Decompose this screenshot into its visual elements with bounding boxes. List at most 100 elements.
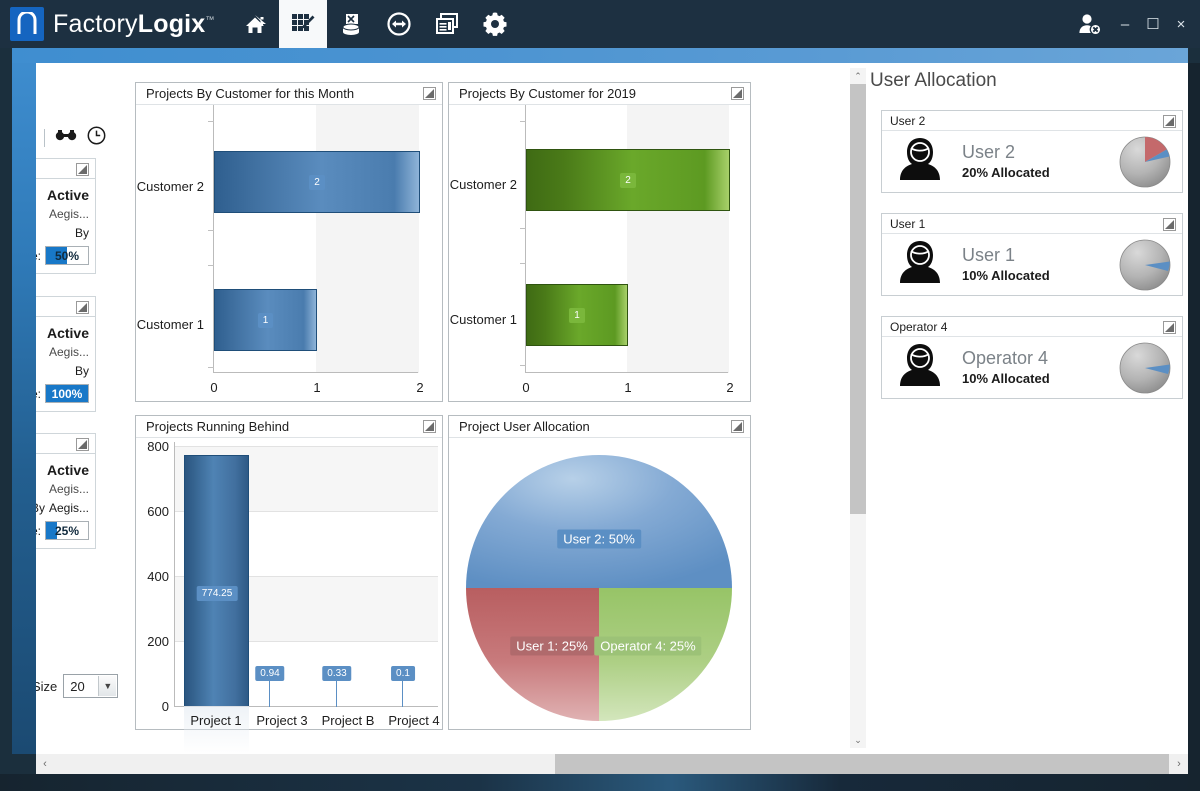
nav-reports-windows-icon[interactable] bbox=[423, 0, 471, 48]
bar-customer-2[interactable]: 2 bbox=[214, 151, 420, 213]
sidebar-card-header bbox=[36, 159, 95, 179]
n-logo-icon bbox=[10, 7, 44, 41]
chart-bar-horizontal-month: Customer 2 2 Customer 1 1 0 1 2 bbox=[136, 105, 442, 401]
x-tick-label: Project 4 bbox=[388, 713, 439, 728]
pie-label-operator-4: Operator 4: 25% bbox=[594, 637, 701, 656]
x-tick-label: 1 bbox=[297, 380, 337, 395]
sidebar-card-pct-label: e: bbox=[36, 387, 41, 401]
expand-icon[interactable] bbox=[731, 420, 745, 434]
bar-customer-2[interactable]: 2 bbox=[526, 149, 730, 211]
panel-projects-running-behind: Projects Running Behind bbox=[135, 415, 443, 730]
user-allocation-scrollbar[interactable]: ⌃ ⌄ bbox=[850, 68, 866, 748]
maximize-button[interactable]: ☐ bbox=[1140, 0, 1166, 48]
expand-icon[interactable] bbox=[423, 420, 437, 434]
nav-data-import-icon[interactable] bbox=[327, 0, 375, 48]
card-header-title: User 1 bbox=[890, 217, 925, 231]
expand-icon[interactable] bbox=[423, 87, 437, 101]
brand-prefix: Factory bbox=[53, 10, 138, 38]
y-tick bbox=[520, 121, 526, 122]
panel-projects-by-customer-2019: Projects By Customer for 2019 Customer 2 bbox=[448, 82, 751, 402]
panel-body: Customer 2 2 Customer 1 1 0 1 2 bbox=[136, 105, 442, 401]
minimize-button[interactable]: – bbox=[1112, 0, 1138, 48]
expand-icon[interactable] bbox=[76, 163, 90, 177]
y-tick bbox=[208, 230, 214, 231]
gridline bbox=[174, 446, 438, 447]
sidebar-card-sub: Aegis... bbox=[36, 480, 89, 499]
sidebar-card[interactable]: Active Aegis... By e: 50% bbox=[36, 158, 96, 274]
user-allocation-value: 10% Allocated bbox=[962, 266, 1108, 286]
card-info: Operator 4 10% Allocated bbox=[958, 347, 1108, 389]
expand-icon[interactable] bbox=[1163, 218, 1177, 232]
sidebar-card-pct-label: e: bbox=[36, 249, 41, 263]
progress-text: 50% bbox=[46, 247, 88, 264]
bottom-chrome bbox=[0, 774, 1200, 791]
panel-body: User 2: 50% User 1: 25% Operator 4: 25% bbox=[449, 438, 750, 729]
category-label: Customer 2 bbox=[449, 177, 517, 192]
panel-header: Project User Allocation bbox=[449, 416, 750, 438]
scrollbar-thumb[interactable] bbox=[850, 84, 866, 514]
user-allocation-card-user-2[interactable]: User 2 User 2 20% Allocated bbox=[881, 110, 1183, 193]
card-body: Operator 4 10% Allocated bbox=[882, 338, 1182, 398]
chart-bar-vertical-running-behind: 800 600 400 200 0 774.25 0.94 0.33 0.1 bbox=[136, 438, 442, 729]
sidebar-card-status: Active bbox=[36, 185, 89, 205]
card-header-title: Operator 4 bbox=[890, 320, 947, 334]
sidebar-card-by-label: By bbox=[36, 499, 45, 518]
scroll-down-icon[interactable]: ⌄ bbox=[850, 732, 866, 748]
sidebar-card-body: Active Aegis... By e: 50% bbox=[36, 179, 95, 273]
expand-icon[interactable] bbox=[76, 438, 90, 452]
x-tick-label: 2 bbox=[400, 380, 440, 395]
y-tick-label: 0 bbox=[136, 699, 169, 714]
expand-icon[interactable] bbox=[1163, 321, 1177, 335]
nav-grid-edit-icon[interactable] bbox=[279, 0, 327, 48]
binoculars-icon[interactable] bbox=[55, 127, 77, 148]
user-name: User 1 bbox=[962, 244, 1108, 266]
nav-home-icon[interactable] bbox=[231, 0, 279, 48]
category-label: Customer 2 bbox=[136, 179, 204, 194]
chart-band bbox=[316, 105, 419, 373]
sidebar-toolbar bbox=[36, 125, 106, 150]
bar-project-1[interactable] bbox=[184, 455, 249, 706]
bar-customer-1[interactable]: 1 bbox=[526, 284, 628, 346]
chevron-down-icon[interactable]: ▼ bbox=[98, 676, 116, 696]
panel-header: Projects By Customer for this Month bbox=[136, 83, 442, 105]
bar-customer-1[interactable]: 1 bbox=[214, 289, 317, 351]
application-window: FactoryLogix™ bbox=[0, 0, 1200, 791]
pie-gauge-icon bbox=[1108, 238, 1182, 292]
nav-arrows-circle-icon[interactable] bbox=[375, 0, 423, 48]
sidebar-card-status: Active bbox=[36, 323, 89, 343]
expand-icon[interactable] bbox=[76, 301, 90, 315]
user-allocation-card-user-1[interactable]: User 1 User 1 10% Allocated bbox=[881, 213, 1183, 296]
sidebar-card[interactable]: Active Aegis... By Aegis... e: 25% bbox=[36, 433, 96, 549]
panel-body: Customer 2 2 Customer 1 1 0 1 2 bbox=[449, 105, 750, 401]
brand-title: FactoryLogix™ bbox=[53, 10, 215, 39]
panel-project-user-allocation: Project User Allocation bbox=[448, 415, 751, 730]
scroll-left-icon[interactable]: ‹ bbox=[36, 754, 54, 774]
expand-icon[interactable] bbox=[731, 87, 745, 101]
scrollbar-thumb[interactable] bbox=[555, 754, 1169, 774]
user-logout-icon[interactable] bbox=[1070, 0, 1110, 48]
chart-bar-horizontal-2019: Customer 2 2 Customer 1 1 0 1 2 bbox=[449, 105, 750, 401]
panel-title: Projects By Customer for 2019 bbox=[459, 86, 636, 101]
card-header: User 2 bbox=[882, 111, 1182, 131]
card-info: User 1 10% Allocated bbox=[958, 244, 1108, 286]
chart-band bbox=[627, 105, 729, 373]
x-tick-label: Project B bbox=[322, 713, 375, 728]
sidebar-card-by-value: Aegis... bbox=[49, 499, 89, 518]
brand-suffix: Logix bbox=[138, 10, 206, 38]
scroll-right-icon[interactable]: › bbox=[1170, 754, 1188, 774]
expand-icon[interactable] bbox=[1163, 115, 1177, 129]
bar-value-label: 0.33 bbox=[322, 666, 351, 681]
sidebar-card[interactable]: Active Aegis... By e: 100% bbox=[36, 296, 96, 412]
user-allocation-card-operator-4[interactable]: Operator 4 Operator 4 10% Allocated bbox=[881, 316, 1183, 399]
clock-icon[interactable] bbox=[87, 126, 106, 150]
scroll-up-icon[interactable]: ⌃ bbox=[850, 68, 866, 84]
y-tick-label: 200 bbox=[136, 634, 169, 649]
y-tick-label: 400 bbox=[136, 569, 169, 584]
horizontal-scrollbar[interactable]: ‹ › bbox=[36, 754, 1188, 774]
x-tick-label: 0 bbox=[194, 380, 234, 395]
close-button[interactable]: × bbox=[1168, 0, 1194, 48]
page-size-select[interactable]: 20 ▼ bbox=[63, 674, 118, 698]
card-header-title: User 2 bbox=[890, 114, 925, 128]
sidebar-card-sub: Aegis... bbox=[36, 343, 89, 362]
nav-gear-icon[interactable] bbox=[471, 0, 519, 48]
